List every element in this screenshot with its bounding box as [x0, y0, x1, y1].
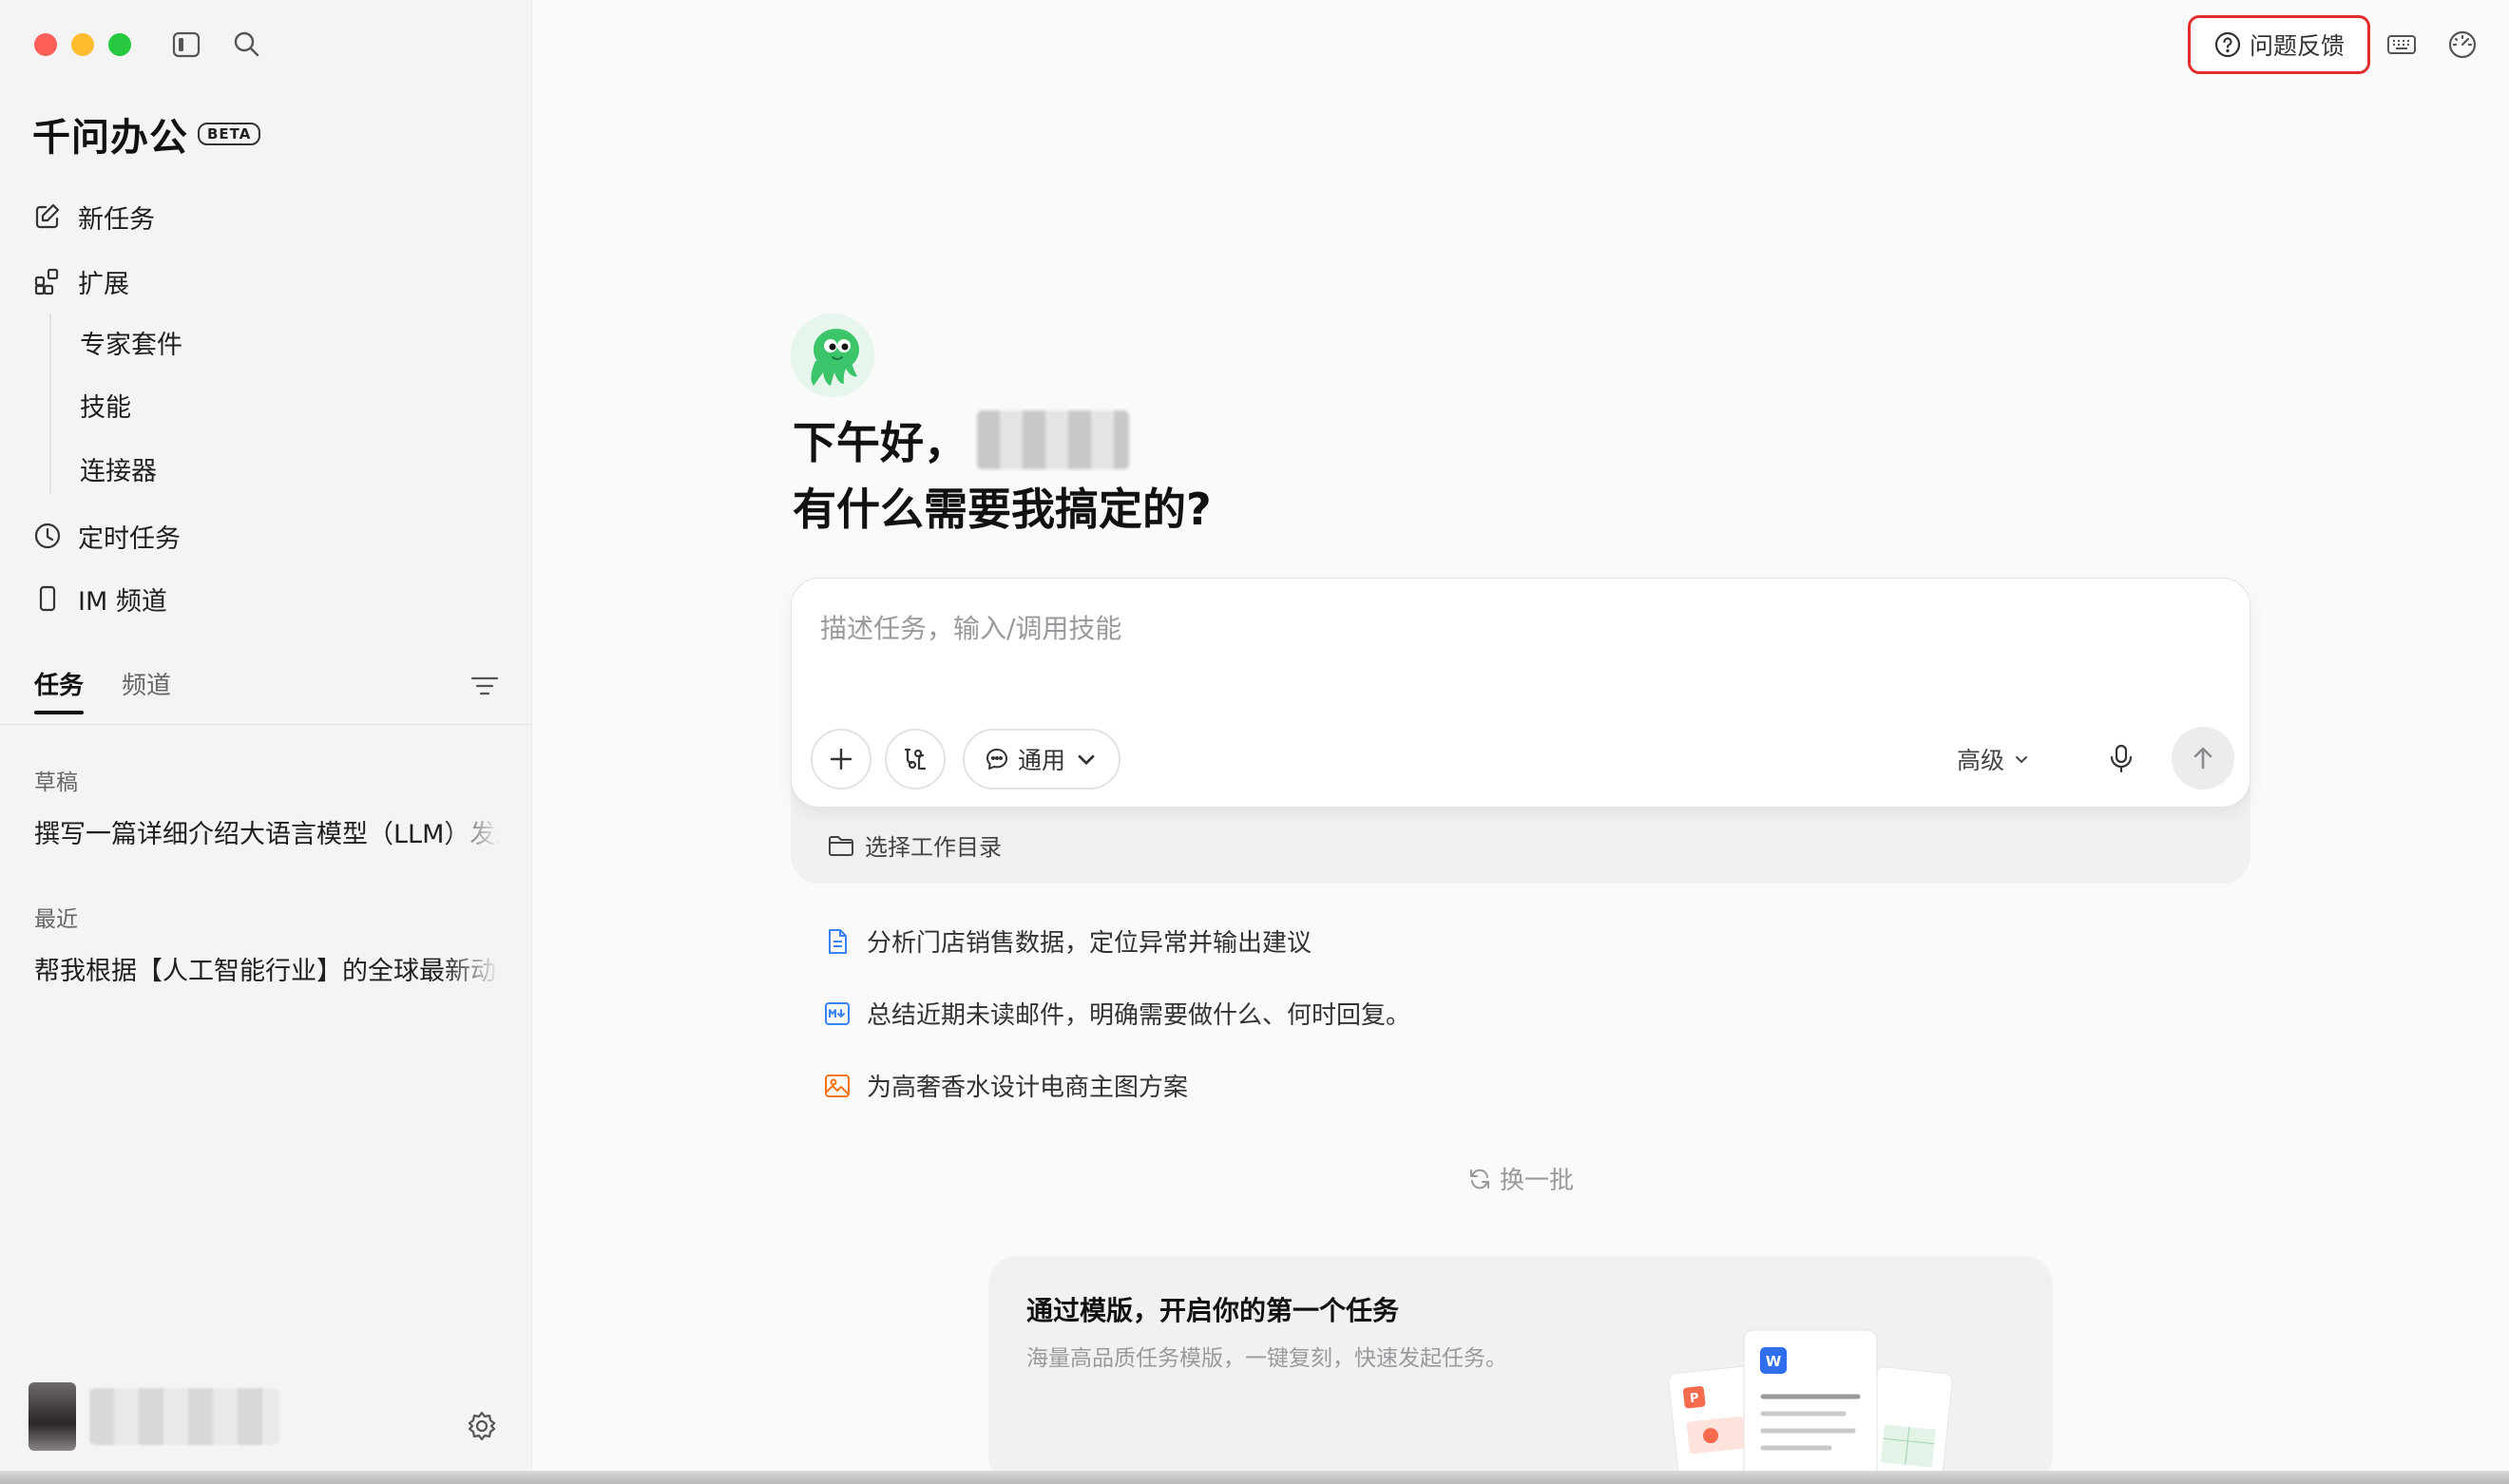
octopus-icon	[791, 314, 874, 397]
image-icon	[825, 1074, 850, 1097]
nav-im-label: IM 频道	[78, 586, 167, 617]
keyboard-icon[interactable]	[2385, 29, 2418, 61]
mode-selector[interactable]: 通用	[963, 729, 1120, 790]
template-card[interactable]: 通过模版，开启你的第一个任务 海量高品质任务模版，一键复刻，快速发起任务。 P	[988, 1256, 2053, 1484]
skills-button[interactable]	[885, 729, 946, 790]
greeting-text: 下午好，	[793, 417, 967, 468]
template-card-title: 通过模版，开启你的第一个任务	[1026, 1295, 1400, 1326]
clock-icon	[34, 523, 61, 549]
arrow-up-icon	[2193, 747, 2212, 770]
recent-label: 最近	[34, 907, 78, 932]
window-controls	[34, 33, 131, 56]
nav-im-channel[interactable]: IM 频道	[32, 580, 167, 618]
add-button[interactable]	[811, 729, 871, 790]
beta-badge: BETA	[198, 123, 261, 145]
drafts-label: 草稿	[34, 771, 78, 795]
nav-extensions-label: 扩展	[78, 269, 129, 299]
nav-skills[interactable]: 技能	[80, 390, 131, 428]
tab-channels[interactable]: 频道	[122, 667, 171, 705]
username-redacted	[89, 1388, 279, 1445]
microphone-icon[interactable]	[2105, 742, 2137, 774]
phone-icon	[39, 585, 56, 612]
advanced-label: 高级	[1957, 747, 2005, 774]
minimize-window-button[interactable]	[71, 33, 94, 56]
nav-new-task-label: 新任务	[78, 204, 155, 235]
submenu-guide	[49, 314, 51, 494]
tab-tasks[interactable]: 任务	[34, 667, 85, 714]
extensions-icon	[34, 268, 59, 295]
feedback-label: 问题反馈	[2249, 32, 2345, 60]
suggestion-item[interactable]: 总结近期未读邮件，明确需要做什么、何时回复。	[823, 996, 1410, 1031]
gear-icon[interactable]	[466, 1410, 498, 1442]
composer-container: 通用 高级 选择	[791, 578, 2250, 884]
nav-scheduled-tasks[interactable]: 定时任务	[32, 517, 181, 555]
svg-text:W: W	[1766, 1353, 1782, 1370]
workdir-label: 选择工作目录	[865, 834, 1002, 861]
draft-item[interactable]: 撰写一篇详细介绍大语言模型（LLM）发展	[34, 813, 500, 850]
nav-extensions[interactable]: 扩展	[32, 262, 129, 300]
chevron-down-icon	[2016, 756, 2028, 764]
close-window-button[interactable]	[34, 33, 57, 56]
gauge-icon[interactable]	[2446, 29, 2479, 61]
plus-icon	[830, 748, 852, 771]
greeting-line-1: 下午好，	[793, 409, 1129, 471]
main-area: 问题反馈 下午好， 有什么需要我搞定的? 描述任务，输入/调用技能 通用 高级 …	[532, 0, 2509, 1484]
template-card-subtitle: 海量高品质任务模版，一键复刻，快速发起任务。	[1026, 1346, 1507, 1371]
nav-connectors[interactable]: 连接器	[80, 453, 157, 491]
suggestion-item[interactable]: 分析门店销售数据，定位异常并输出建议	[823, 923, 1312, 959]
maximize-window-button[interactable]	[108, 33, 131, 56]
documents-illustration: P W	[1668, 1329, 1953, 1484]
user-name-redacted	[977, 410, 1129, 469]
sidebar-tabs: 任务 频道	[34, 667, 171, 714]
mode-label: 通用	[1017, 747, 1065, 774]
chevron-down-icon	[1078, 754, 1095, 766]
suggestion-text: 分析门店销售数据，定位异常并输出建议	[867, 929, 1312, 958]
composer: 通用 高级	[791, 578, 2250, 808]
suggestion-text: 为高奢香水设计电商主图方案	[867, 1074, 1189, 1102]
document-icon	[829, 928, 847, 954]
help-circle-icon	[2214, 31, 2241, 58]
edit-icon	[35, 203, 60, 229]
select-workdir[interactable]: 选择工作目录	[827, 828, 1002, 862]
svg-text:P: P	[1689, 1391, 1699, 1406]
recent-item[interactable]: 帮我根据【人工智能行业】的全球最新动态	[34, 950, 500, 987]
markdown-icon	[825, 1001, 850, 1025]
sidebar-toggle-icon[interactable]	[172, 31, 201, 58]
filter-icon[interactable]	[469, 673, 500, 699]
refresh-suggestions-button[interactable]: 换一批	[1467, 1161, 1574, 1196]
app-brand: 千问办公 BETA	[32, 106, 261, 162]
avatar	[29, 1382, 76, 1451]
refresh-label: 换一批	[1500, 1167, 1575, 1195]
send-button[interactable]	[2172, 727, 2234, 790]
greeting-line-2: 有什么需要我搞定的?	[793, 484, 1212, 535]
refresh-icon	[1470, 1169, 1489, 1189]
suggestion-item[interactable]: 为高奢香水设计电商主图方案	[823, 1068, 1188, 1103]
nav-new-task[interactable]: 新任务	[32, 198, 155, 236]
nav-expert-suite[interactable]: 专家套件	[80, 327, 182, 365]
folder-icon	[829, 835, 853, 856]
task-input[interactable]	[820, 613, 2151, 644]
tools-icon	[904, 748, 927, 771]
sidebar: 千问办公 BETA 新任务 扩展 专家套件 技能 连接器 定时任务 IM 频道 …	[0, 0, 532, 1484]
nav-scheduled-label: 定时任务	[78, 523, 181, 554]
tabs-divider	[0, 724, 532, 725]
feedback-button[interactable]: 问题反馈	[2188, 15, 2370, 74]
search-icon[interactable]	[232, 29, 260, 58]
mascot-avatar	[791, 314, 874, 397]
advanced-selector[interactable]: 高级	[1957, 742, 2031, 776]
suggestion-text: 总结近期未读邮件，明确需要做什么、何时回复。	[867, 1001, 1411, 1030]
app-title: 千问办公	[32, 116, 188, 160]
app-window: 千问办公 BETA 新任务 扩展 专家套件 技能 连接器 定时任务 IM 频道 …	[0, 0, 2509, 1484]
user-profile[interactable]	[29, 1382, 279, 1451]
chat-bubble-icon	[986, 749, 1007, 770]
window-bottom-edge	[0, 1471, 2509, 1484]
